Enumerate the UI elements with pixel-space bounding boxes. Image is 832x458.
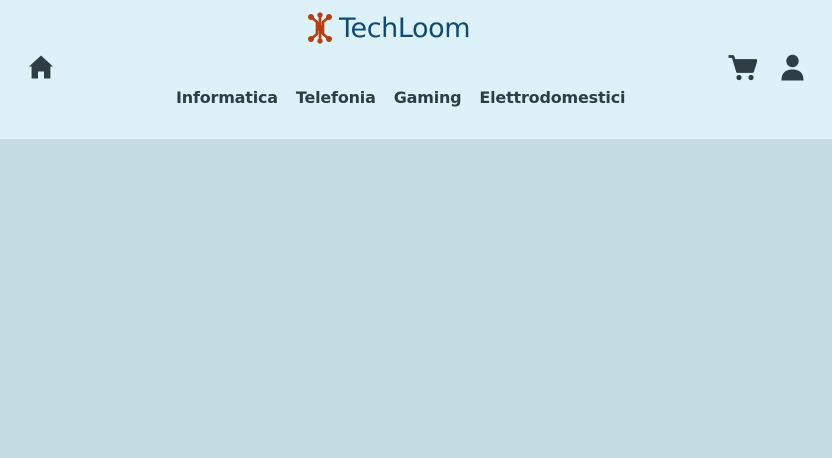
category-nav: Informatica Telefonia Gaming Elettrodome… <box>176 87 625 109</box>
home-icon[interactable] <box>28 54 54 80</box>
cart-icon[interactable] <box>728 54 757 81</box>
network-node-icon <box>308 12 332 44</box>
site-header: TechLoom Informatica Telefonia Gaming El… <box>0 0 832 139</box>
nav-item-gaming[interactable]: Gaming <box>394 87 462 109</box>
nav-item-informatica[interactable]: Informatica <box>176 87 278 109</box>
main-content <box>0 139 832 458</box>
nav-item-elettrodomestici[interactable]: Elettrodomestici <box>479 87 625 109</box>
user-icon[interactable] <box>781 54 804 81</box>
brand-name: TechLoom <box>339 12 471 44</box>
nav-item-telefonia[interactable]: Telefonia <box>296 87 376 109</box>
brand-logo[interactable]: TechLoom <box>306 12 471 44</box>
